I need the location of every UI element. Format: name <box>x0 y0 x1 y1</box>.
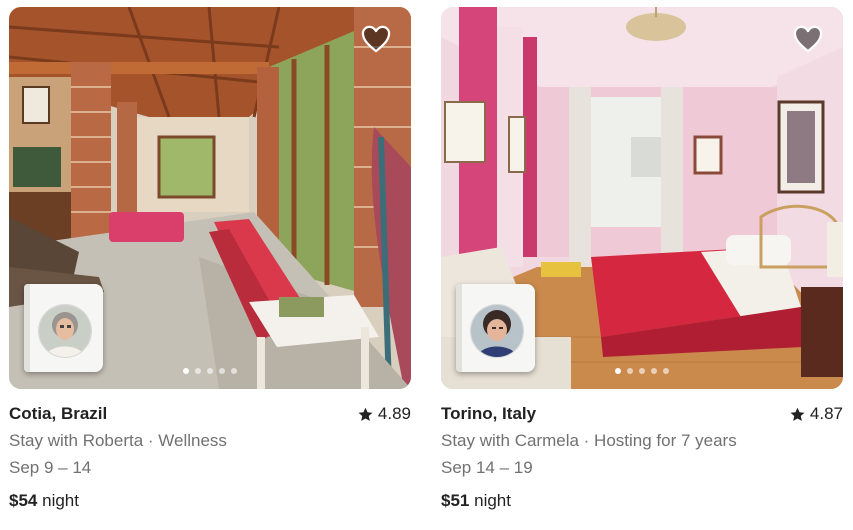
price-amount: $54 <box>9 491 38 510</box>
favorite-button[interactable] <box>361 25 391 53</box>
carousel-dot[interactable] <box>219 368 225 374</box>
listing-rating: 4.89 <box>358 404 411 424</box>
host-avatar <box>470 304 524 358</box>
rating-value: 4.89 <box>377 404 411 423</box>
rating-value: 4.87 <box>809 404 843 423</box>
listing-price: $51 night <box>441 491 843 511</box>
host-profile-card[interactable] <box>456 284 535 372</box>
star-icon <box>358 407 373 421</box>
listing-card-cotia[interactable]: Cotia, Brazil 4.89 Stay with Roberta · W… <box>9 7 411 511</box>
host-card-spine <box>24 284 30 372</box>
listing-location: Cotia, Brazil <box>9 404 108 423</box>
carousel-dot[interactable] <box>663 368 669 374</box>
photo-carousel-dots[interactable] <box>183 368 237 374</box>
listing-dates: Sep 9 – 14 <box>9 458 92 477</box>
listing-dates: Sep 14 – 19 <box>441 458 533 477</box>
listing-subtitle: Stay with Carmela · Hosting for 7 years <box>441 431 737 450</box>
listing-subtitle: Stay with Roberta · Wellness <box>9 431 227 450</box>
listing-card-torino[interactable]: Torino, Italy 4.87 Stay with Carmela · H… <box>441 7 843 511</box>
favorite-button[interactable] <box>793 25 823 53</box>
carousel-dot[interactable] <box>615 368 621 374</box>
listing-location: Torino, Italy <box>441 404 537 423</box>
listing-details: Torino, Italy 4.87 Stay with Carmela · H… <box>441 404 843 511</box>
host-avatar <box>38 304 92 358</box>
photo-carousel-dots[interactable] <box>615 368 669 374</box>
listing-photo[interactable] <box>9 7 411 389</box>
star-icon <box>790 407 805 421</box>
listing-photo[interactable] <box>441 7 843 389</box>
carousel-dot[interactable] <box>183 368 189 374</box>
listing-rating: 4.87 <box>790 404 843 424</box>
heart-outline-icon <box>361 25 391 53</box>
listing-details: Cotia, Brazil 4.89 Stay with Roberta · W… <box>9 404 411 511</box>
host-card-spine <box>456 284 462 372</box>
host-profile-card[interactable] <box>24 284 103 372</box>
carousel-dot[interactable] <box>207 368 213 374</box>
heart-outline-icon <box>793 25 823 53</box>
carousel-dot[interactable] <box>195 368 201 374</box>
carousel-dot[interactable] <box>627 368 633 374</box>
price-unit: night <box>42 491 79 510</box>
carousel-dot[interactable] <box>651 368 657 374</box>
carousel-dot[interactable] <box>231 368 237 374</box>
price-unit: night <box>474 491 511 510</box>
price-amount: $51 <box>441 491 470 510</box>
listing-price: $54 night <box>9 491 411 511</box>
carousel-dot[interactable] <box>639 368 645 374</box>
